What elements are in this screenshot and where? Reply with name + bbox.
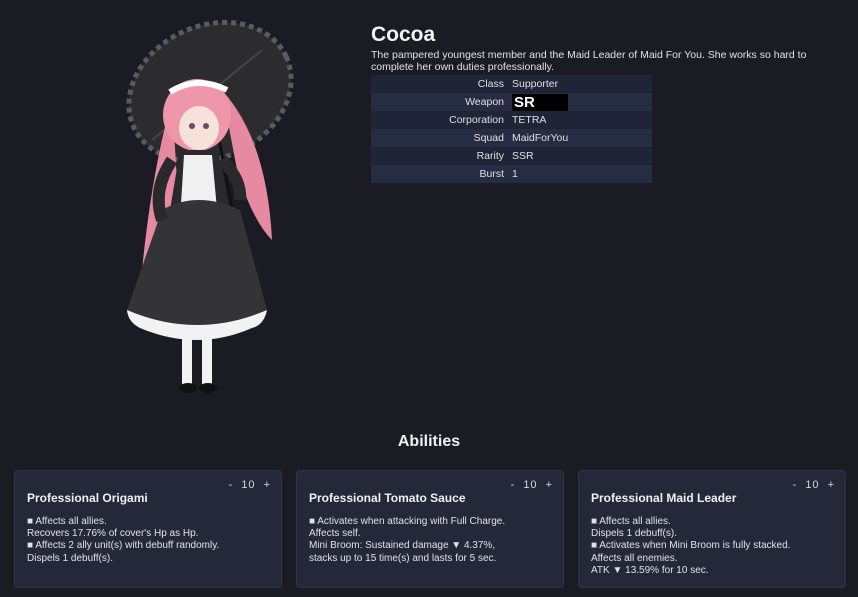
- level-increase-button[interactable]: +: [264, 479, 271, 491]
- stat-key: Squad: [371, 129, 508, 147]
- stat-key: Corporation: [371, 111, 508, 129]
- ability-line: stacks up to 15 time(s) and lasts for 5 …: [309, 552, 497, 564]
- level-control: - 10 +: [511, 479, 553, 491]
- stat-row-burst: Burst 1: [371, 165, 652, 183]
- ability-line: ■ Activates when Mini Broom is fully sta…: [591, 540, 791, 552]
- ability-line: Dispels 1 debuff(s).: [27, 552, 113, 564]
- character-description: The pampered youngest member and the Mai…: [371, 49, 807, 73]
- level-decrease-button[interactable]: -: [793, 479, 798, 491]
- ability-card-3: - 10 + Professional Maid Leader ■ Affect…: [578, 470, 846, 588]
- stat-key: Class: [371, 75, 508, 93]
- stat-key: Rarity: [371, 147, 508, 165]
- character-name: Cocoa: [371, 23, 436, 46]
- ability-line: Affects all enemies.: [591, 552, 678, 564]
- level-increase-button[interactable]: +: [828, 479, 835, 491]
- stat-row-squad: Squad MaidForYou: [371, 129, 652, 147]
- stat-value: Supporter: [508, 75, 652, 93]
- stat-row-weapon: Weapon SR: [371, 93, 652, 111]
- ability-line: ■ Affects all allies.: [27, 516, 107, 527]
- ability-line: Dispels 1 debuff(s).: [591, 528, 677, 540]
- level-decrease-button[interactable]: -: [511, 479, 516, 491]
- ability-line: Affects self.: [309, 528, 361, 540]
- stat-value: SSR: [508, 147, 652, 165]
- weapon-badge: SR: [512, 93, 568, 111]
- level-control: - 10 +: [793, 479, 835, 491]
- stat-key: Burst: [371, 165, 508, 183]
- level-control: - 10 +: [229, 479, 271, 491]
- level-increase-button[interactable]: +: [546, 479, 553, 491]
- ability-line: ■ Activates when attacking with Full Cha…: [309, 516, 506, 527]
- abilities-heading: Abilities: [397, 433, 461, 450]
- level-value: 10: [523, 479, 538, 491]
- level-value: 10: [241, 479, 256, 491]
- ability-line: ■ Affects 2 ally unit(s) with debuff ran…: [27, 540, 220, 552]
- stat-row-rarity: Rarity SSR: [371, 147, 652, 165]
- character-portrait: [126, 20, 294, 393]
- ability-card-1: - 10 + Professional Origami ■ Affects al…: [14, 470, 282, 588]
- ability-name: Professional Maid Leader: [591, 491, 737, 505]
- ability-description: ■ Activates when attacking with Full Cha…: [309, 516, 553, 565]
- level-decrease-button[interactable]: -: [229, 479, 234, 491]
- stats-table: Class Supporter Weapon SR Corporation TE…: [371, 75, 652, 183]
- character-info: Cocoa The pampered youngest member and t…: [371, 24, 841, 183]
- ability-card-2: - 10 + Professional Tomato Sauce ■ Activ…: [296, 470, 564, 588]
- stat-value: MaidForYou: [508, 129, 652, 147]
- stat-key: Weapon: [371, 93, 508, 111]
- stat-row-class: Class Supporter: [371, 75, 652, 93]
- ability-name: Professional Origami: [27, 491, 148, 505]
- ability-name: Professional Tomato Sauce: [309, 491, 466, 505]
- ability-description: ■ Affects all allies. Dispels 1 debuff(s…: [591, 516, 835, 577]
- ability-line: Recovers 17.76% of cover's Hp as Hp.: [27, 528, 199, 540]
- ability-line: ■ Affects all allies.: [591, 516, 671, 527]
- stat-value: TETRA: [508, 111, 652, 129]
- ability-description: ■ Affects all allies. Recovers 17.76% of…: [27, 516, 271, 565]
- ability-line: Mini Broom: Sustained damage ▼ 4.37%,: [309, 540, 496, 552]
- ability-line: ATK ▼ 13.59% for 10 sec.: [591, 564, 709, 576]
- stat-value: 1: [508, 165, 652, 183]
- level-value: 10: [805, 479, 820, 491]
- stat-row-corporation: Corporation TETRA: [371, 111, 652, 129]
